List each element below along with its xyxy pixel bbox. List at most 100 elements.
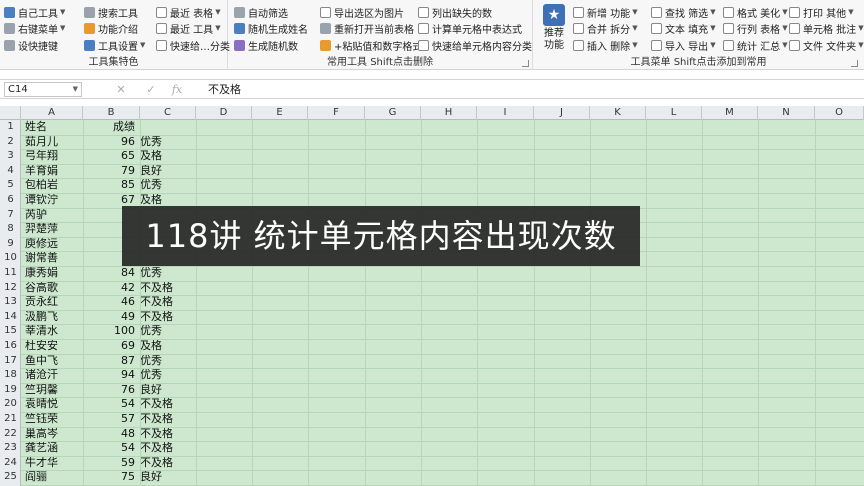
cell-grade[interactable]: 优秀	[140, 135, 195, 150]
text-fill-menu[interactable]: 文本 填充 ▼	[651, 21, 717, 36]
column-header[interactable]: I	[477, 106, 534, 120]
row-header[interactable]: 21	[0, 412, 21, 427]
cell-name[interactable]: 庾修远	[25, 237, 83, 252]
row-header[interactable]: 12	[0, 281, 21, 296]
column-header[interactable]: F	[308, 106, 365, 120]
column-header[interactable]: L	[646, 106, 702, 120]
column-header[interactable]: C	[140, 106, 196, 120]
context-menu-button[interactable]: 右键菜单 ▼	[4, 21, 78, 36]
cell-score[interactable]: 54	[83, 397, 137, 412]
cell-name[interactable]: 阎骊	[25, 470, 83, 485]
group-launcher-icon[interactable]	[522, 60, 529, 67]
cell-score[interactable]: 57	[83, 412, 137, 427]
feature-intro-button[interactable]: 功能介绍	[84, 21, 150, 36]
paste-values-button[interactable]: +粘贴值和数字格式	[320, 38, 422, 53]
cell-name[interactable]: 贡永红	[25, 295, 83, 310]
column-header[interactable]: N	[758, 106, 815, 120]
cell-name[interactable]: 芮驴	[25, 208, 83, 223]
row-header[interactable]: 2	[0, 135, 21, 150]
merge-split-menu[interactable]: 合并 拆分 ▼	[573, 21, 645, 36]
row-header[interactable]: 11	[0, 266, 21, 281]
format-beautify-menu[interactable]: 格式 美化 ▼	[723, 5, 788, 20]
spreadsheet-grid[interactable]: ABCDEFGHIJKLMNO 1 2 3 4 5 6 7 8 9 10 11 12 13 14 15 16 1…	[0, 106, 864, 486]
column-header[interactable]: O	[815, 106, 864, 120]
cell-name[interactable]: 谭钦泞	[25, 193, 83, 208]
row-header[interactable]: 4	[0, 164, 21, 179]
row-header[interactable]: 7	[0, 208, 21, 223]
export-image-button[interactable]: 导出选区为图片	[320, 5, 412, 20]
cell-name[interactable]: 包柏岩	[25, 178, 83, 193]
row-header[interactable]: 15	[0, 324, 21, 339]
print-other-menu[interactable]: 打印 其他 ▼	[789, 5, 854, 20]
eval-expression-button[interactable]: 计算单元格中表达式	[418, 21, 522, 36]
chevron-down-icon[interactable]: ▼	[73, 83, 78, 96]
cell-grade[interactable]: 及格	[140, 149, 195, 164]
row-header[interactable]: 9	[0, 237, 21, 252]
row-header[interactable]: 10	[0, 251, 21, 266]
row-header[interactable]: 8	[0, 222, 21, 237]
cell-grade[interactable]: 优秀	[140, 368, 195, 383]
row-header[interactable]: 1	[0, 120, 21, 135]
cell-name[interactable]: 竺玥馨	[25, 383, 83, 398]
cell-grade[interactable]: 不及格	[140, 427, 195, 442]
quick-classify-button[interactable]: 快速给…分类	[156, 38, 230, 53]
row-header[interactable]: 25	[0, 470, 21, 485]
add-feature-menu[interactable]: 新增 功能 ▼	[573, 5, 645, 20]
reopen-sheet-button[interactable]: 重新打开当前表格	[320, 21, 414, 36]
my-tools-button[interactable]: 自己工具 ▼	[4, 5, 78, 20]
column-header[interactable]: G	[365, 106, 421, 120]
recent-sheets-button[interactable]: 最近 表格 ▼	[156, 5, 221, 20]
row-header[interactable]: 18	[0, 368, 21, 383]
cell-name[interactable]: 弓年翔	[25, 149, 83, 164]
row-header[interactable]: 20	[0, 397, 21, 412]
row-header[interactable]: 16	[0, 339, 21, 354]
cell-grade[interactable]: 不及格	[140, 281, 195, 296]
cell-grade[interactable]: 不及格	[140, 295, 195, 310]
row-header[interactable]: 22	[0, 427, 21, 442]
cell-score[interactable]: 65	[83, 149, 137, 164]
recommended-button[interactable]: ★ 推荐功能	[541, 4, 567, 52]
cell-grade[interactable]: 优秀	[140, 354, 195, 369]
cell-grade[interactable]: 不及格	[140, 397, 195, 412]
cell-name[interactable]: 竺钰荣	[25, 412, 83, 427]
cell-score[interactable]: 42	[83, 281, 137, 296]
row-header[interactable]: 5	[0, 178, 21, 193]
cell-grade[interactable]: 良好	[140, 470, 195, 485]
cell-name[interactable]: 杜安安	[25, 339, 83, 354]
cell-name[interactable]: 羊育娟	[25, 164, 83, 179]
cell-score[interactable]: 48	[83, 427, 137, 442]
cell-name[interactable]: 谷高歌	[25, 281, 83, 296]
cell-score[interactable]: 79	[83, 164, 137, 179]
cell-score[interactable]: 成绩	[83, 120, 137, 135]
column-header[interactable]: B	[83, 106, 140, 120]
classify-content-button[interactable]: 快速给单元格内容分类	[418, 38, 532, 53]
random-name-button[interactable]: 随机生成姓名	[234, 21, 314, 36]
cell-score[interactable]: 94	[83, 368, 137, 383]
cell-name[interactable]: 龚艺涵	[25, 441, 83, 456]
column-header[interactable]: M	[702, 106, 758, 120]
cell-score[interactable]: 49	[83, 310, 137, 325]
cell-name[interactable]: 袁晴悦	[25, 397, 83, 412]
import-export-menu[interactable]: 导入 导出 ▼	[651, 38, 717, 53]
row-header[interactable]: 19	[0, 383, 21, 398]
cell-score[interactable]: 59	[83, 456, 137, 471]
cell-name[interactable]: 康秀娟	[25, 266, 83, 281]
row-header[interactable]: 24	[0, 456, 21, 471]
column-header[interactable]: A	[21, 106, 83, 120]
stats-summary-menu[interactable]: 统计 汇总 ▼	[723, 38, 788, 53]
random-number-button[interactable]: 生成随机数	[234, 38, 314, 53]
row-col-table-menu[interactable]: 行列 表格 ▼	[723, 21, 788, 36]
select-all-corner[interactable]	[0, 106, 21, 120]
row-header[interactable]: 13	[0, 295, 21, 310]
cell-grade[interactable]: 良好	[140, 383, 195, 398]
file-folder-menu[interactable]: 文件 文件夹 ▼	[789, 38, 864, 53]
cell-score[interactable]: 54	[83, 441, 137, 456]
name-box[interactable]: C14 ▼	[4, 82, 82, 97]
cell-grade[interactable]: 不及格	[140, 412, 195, 427]
cell-grade[interactable]	[140, 120, 195, 135]
cell-grade[interactable]: 不及格	[140, 456, 195, 471]
cell-name[interactable]: 莘清水	[25, 324, 83, 339]
cell-score[interactable]: 87	[83, 354, 137, 369]
search-tools-button[interactable]: 搜索工具	[84, 5, 150, 20]
column-header[interactable]: K	[590, 106, 646, 120]
